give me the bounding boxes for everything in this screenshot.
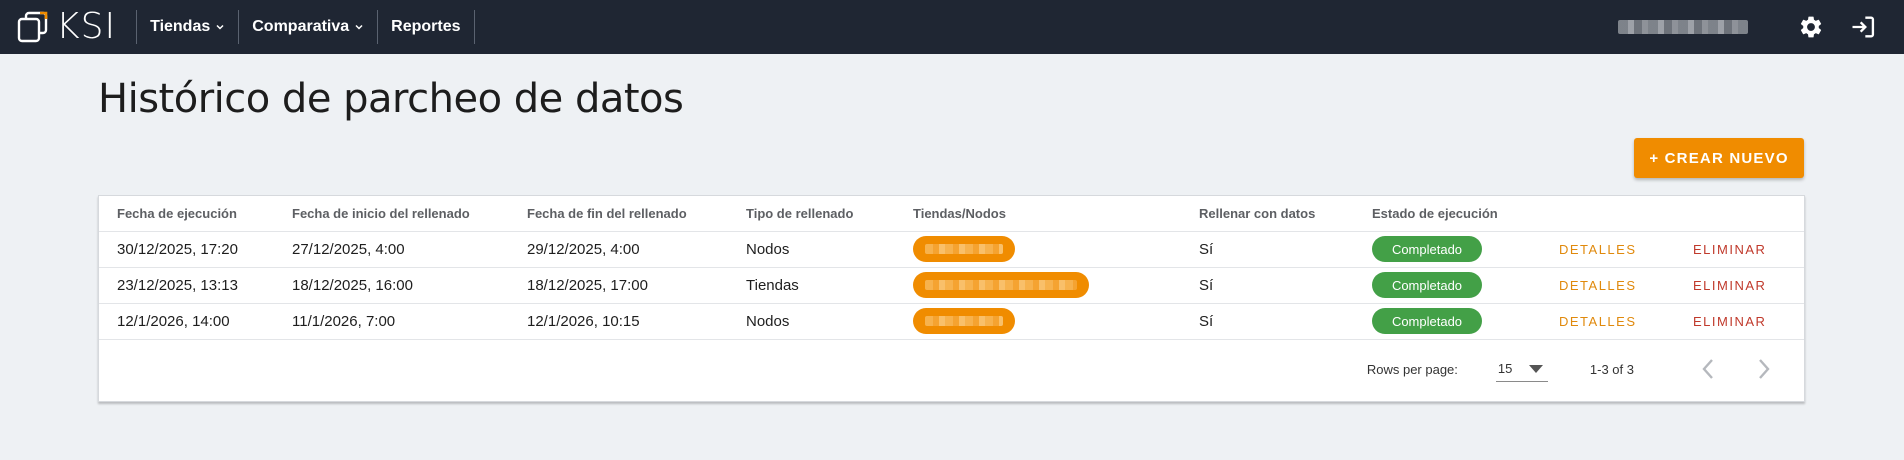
cell-tiendas-nodos [895,231,1181,268]
column-header[interactable]: Fecha de ejecución [99,196,274,232]
column-header [1675,196,1804,232]
store-node-chip-blurred [913,272,1089,298]
store-node-chip-blurred [913,308,1015,334]
nav-item-label: Reportes [391,18,461,35]
cell-inicio: 11/1/2026, 7:00 [274,303,509,340]
delete-button[interactable]: ELIMINAR [1693,278,1766,293]
status-badge: Completado [1372,236,1482,262]
cell-fin: 18/12/2025, 17:00 [509,267,728,304]
cell-tiendas-nodos [895,303,1181,340]
cell-details: DETALLES [1541,303,1675,340]
cell-inicio: 18/12/2025, 16:00 [274,267,509,304]
gear-icon [1800,16,1822,38]
status-badge: Completado [1372,272,1482,298]
pagination-range: 1-3 of 3 [1589,361,1634,377]
column-header[interactable]: Rellenar con datos [1181,196,1354,232]
cell-ejecucion: 12/1/2026, 14:00 [99,303,274,340]
column-header[interactable]: Fecha de inicio del rellenado [274,196,509,232]
cell-delete: ELIMINAR [1675,231,1804,268]
column-header[interactable]: Fecha de fin del rellenado [509,196,728,232]
settings-button[interactable] [1796,12,1826,42]
delete-button[interactable]: ELIMINAR [1693,242,1766,257]
nav-divider [473,10,475,44]
nav-item-label: Tiendas [150,18,211,35]
rows-per-page-label: Rows per page: [1366,361,1458,377]
nav-item-tiendas[interactable]: Tiendas [137,0,238,54]
cell-rellenar: Sí [1181,267,1354,304]
cell-tiendas-nodos [895,267,1181,304]
table-pagination: Rows per page: 15 1-3 of 3 [99,337,1804,401]
patch-history-table: Fecha de ejecución Fecha de inicio del r… [99,196,1804,340]
user-name-blurred [1618,20,1748,34]
cell-estado: Completado [1354,303,1541,340]
logout-icon [1852,16,1875,38]
chevron-left-icon [1702,359,1713,379]
details-button[interactable]: DETALLES [1559,314,1637,329]
table-row: 12/1/2026, 14:00 11/1/2026, 7:00 12/1/20… [99,303,1804,340]
column-header[interactable]: Tiendas/Nodos [895,196,1181,232]
logo-text: KSI [56,6,117,47]
page-title: Histórico de parcheo de datos [98,76,684,122]
nav-item-reportes[interactable]: Reportes [378,0,473,54]
caret-down-icon [1528,364,1543,373]
details-button[interactable]: DETALLES [1559,242,1637,257]
store-node-chip-blurred [913,236,1015,262]
cell-inicio: 27/12/2025, 4:00 [274,231,509,268]
table-row: 23/12/2025, 13:13 18/12/2025, 16:00 18/1… [99,267,1804,304]
status-badge: Completado [1372,308,1482,334]
cell-details: DETALLES [1541,231,1675,268]
cell-rellenar: Sí [1181,303,1354,340]
column-header [1541,196,1675,232]
cell-estado: Completado [1354,231,1541,268]
cell-tipo: Tiendas [728,267,895,304]
table-row: 30/12/2025, 17:20 27/12/2025, 4:00 29/12… [99,231,1804,268]
next-page-button[interactable] [1744,349,1784,389]
chevron-down-icon [216,24,224,30]
app-logo[interactable]: KSI [0,0,136,54]
cell-fin: 29/12/2025, 4:00 [509,231,728,268]
cell-rellenar: Sí [1181,231,1354,268]
navbar-right [1618,0,1904,54]
logout-button[interactable] [1848,12,1878,42]
table-header-row: Fecha de ejecución Fecha de inicio del r… [99,196,1804,232]
cell-fin: 12/1/2026, 10:15 [509,303,728,340]
cell-estado: Completado [1354,267,1541,304]
previous-page-button[interactable] [1688,349,1728,389]
cell-delete: ELIMINAR [1675,267,1804,304]
column-header[interactable]: Tipo de rellenado [728,196,895,232]
cell-tipo: Nodos [728,303,895,340]
cell-details: DETALLES [1541,267,1675,304]
cell-delete: ELIMINAR [1675,303,1804,340]
rows-per-page-value: 15 [1497,361,1513,376]
chevron-down-icon [355,24,363,30]
top-navbar: KSI Tiendas Comparativa Reportes [0,0,1904,54]
cell-ejecucion: 30/12/2025, 17:20 [99,231,274,268]
nav-item-label: Comparativa [252,18,350,35]
delete-button[interactable]: ELIMINAR [1693,314,1766,329]
column-header[interactable]: Estado de ejecución [1354,196,1541,232]
nav-item-comparativa[interactable]: Comparativa [239,0,377,54]
rows-per-page-select[interactable]: 15 [1495,356,1548,382]
create-new-button[interactable]: + CREAR NUEVO [1634,138,1804,178]
details-button[interactable]: DETALLES [1559,278,1637,293]
cell-tipo: Nodos [728,231,895,268]
logo-mark-icon [17,11,48,43]
chevron-right-icon [1759,359,1770,379]
cell-ejecucion: 23/12/2025, 13:13 [99,267,274,304]
data-table-card: Fecha de ejecución Fecha de inicio del r… [98,195,1805,402]
